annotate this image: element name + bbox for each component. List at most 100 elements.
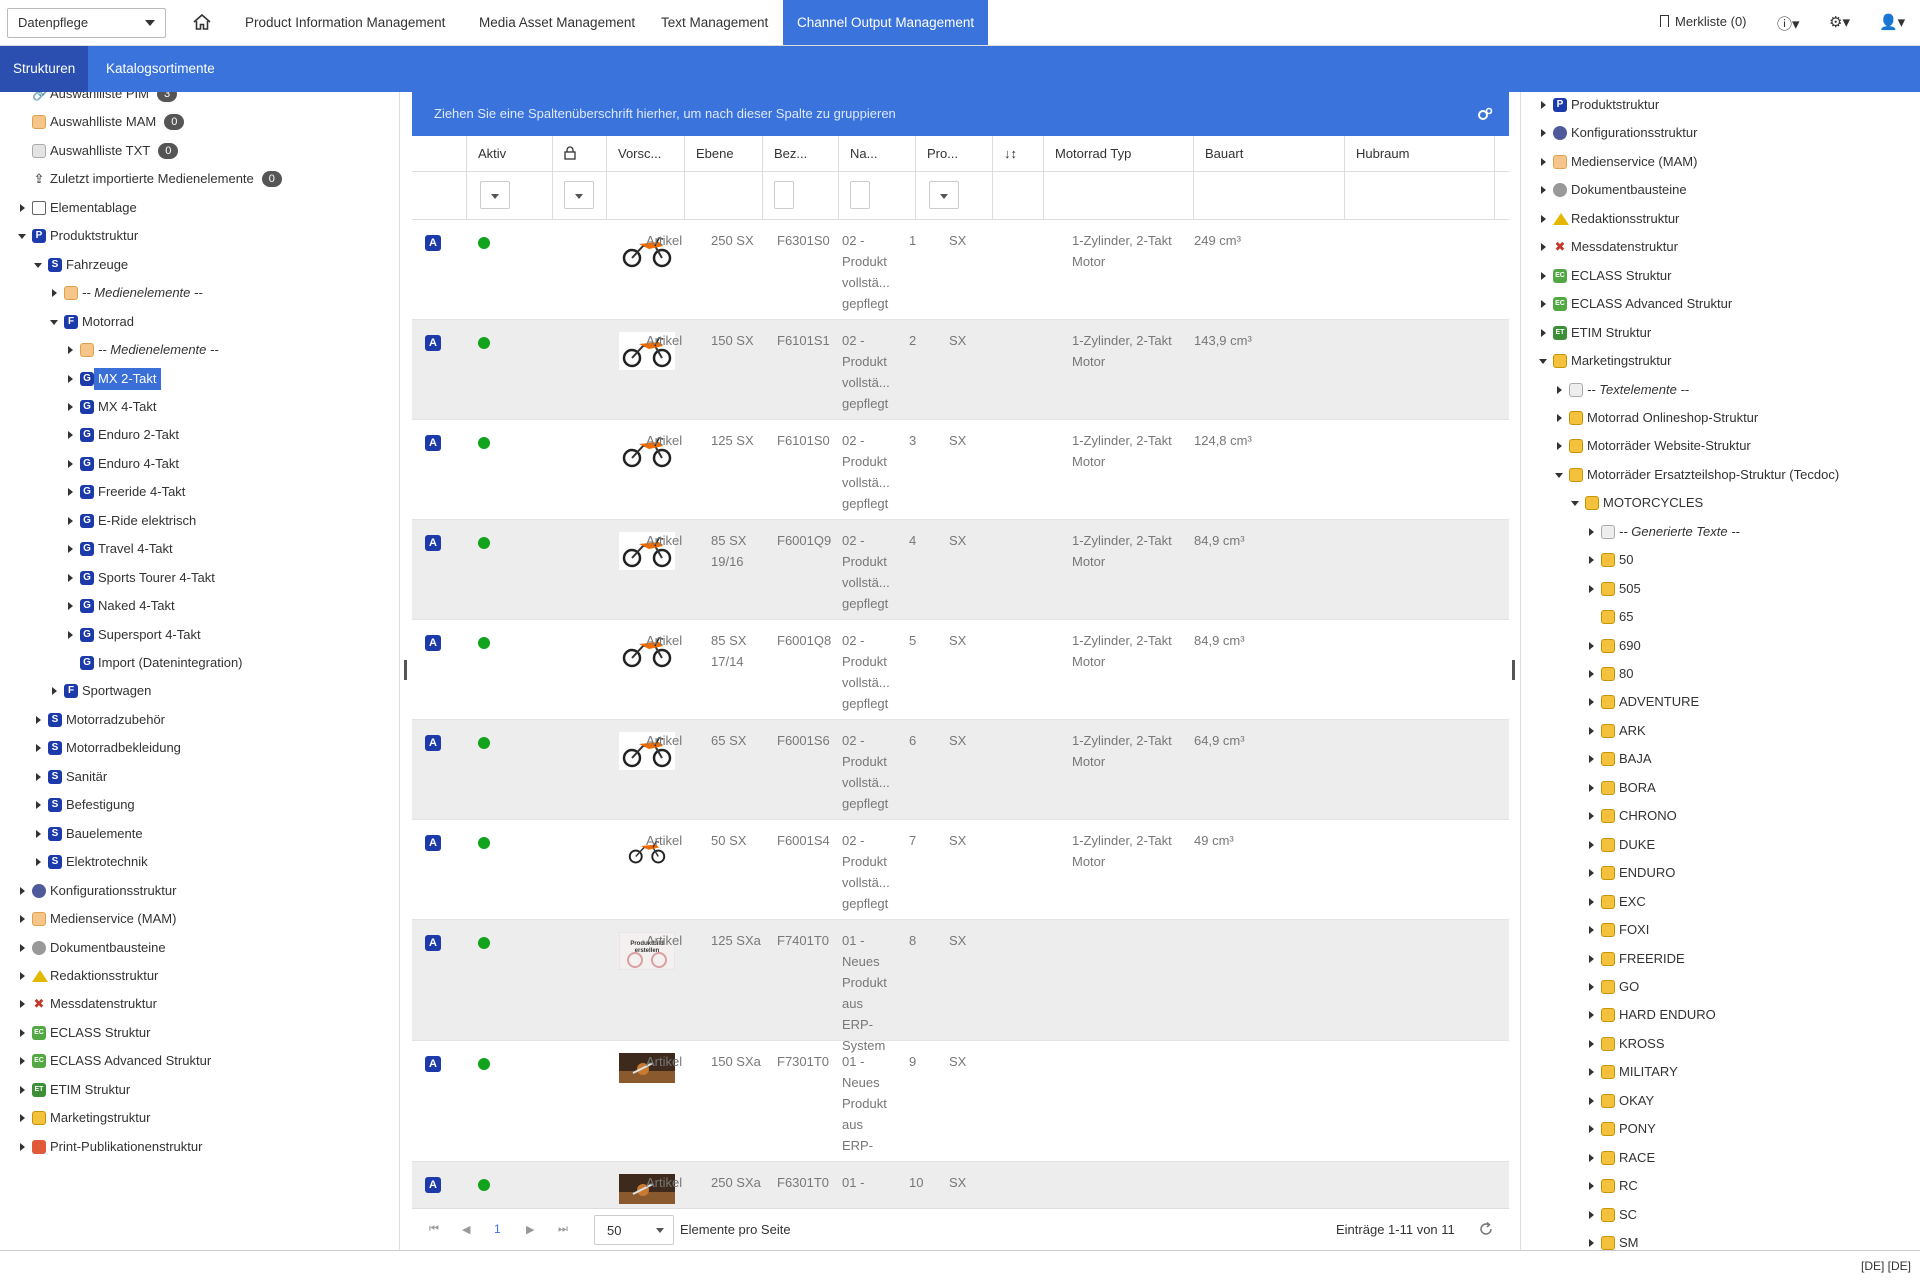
left-tree-node-eclass-struktur[interactable]: EC ECLASS Struktur: [0, 1022, 399, 1044]
collapsed-arrow-icon[interactable]: [1587, 862, 1597, 884]
collapsed-arrow-icon[interactable]: [66, 424, 76, 446]
collapsed-arrow-icon[interactable]: [66, 368, 76, 390]
right-tree-node-go[interactable]: GO: [1521, 976, 1920, 998]
right-tree-node-motorräder-ersatzteilshop-struktur-tecdoc[interactable]: Motorräder Ersatzteilshop-Struktur (Tecd…: [1521, 464, 1920, 486]
left-tree-node-e-ride-elektrisch[interactable]: G E-Ride elektrisch: [0, 510, 399, 532]
left-tree-node-mx-4-takt[interactable]: G MX 4-Takt: [0, 396, 399, 418]
left-splitter-handle[interactable]: [404, 660, 407, 680]
header-aktiv[interactable]: Aktiv: [467, 136, 553, 172]
left-tree-node-auswahlliste-txt[interactable]: Auswahlliste TXT 0: [0, 140, 399, 162]
right-tree-node-bora[interactable]: BORA: [1521, 777, 1920, 799]
right-tree-node-konfigurationsstruktur[interactable]: Konfigurationsstruktur: [1521, 122, 1920, 144]
expanded-arrow-icon[interactable]: [1539, 350, 1549, 372]
left-tree-node-enduro-2-takt[interactable]: G Enduro 2-Takt: [0, 424, 399, 446]
right-tree-node-50[interactable]: 50: [1521, 549, 1920, 571]
left-tree-node-sanitär[interactable]: S Sanitär: [0, 766, 399, 788]
table-row[interactable]: A Produktbild erstellen Artikel 125 SXa F7401…: [412, 920, 1509, 1053]
collapsed-arrow-icon[interactable]: [1555, 435, 1565, 457]
left-tree-node-produktstruktur[interactable]: P Produktstruktur: [0, 225, 399, 247]
left-tree-node-sports-tourer-4-takt[interactable]: G Sports Tourer 4-Takt: [0, 567, 399, 589]
right-tree-node-etim-struktur[interactable]: ET ETIM Struktur: [1521, 322, 1920, 344]
right-tree-node-80[interactable]: 80: [1521, 663, 1920, 685]
collapsed-arrow-icon[interactable]: [1539, 122, 1549, 144]
collapsed-arrow-icon[interactable]: [34, 737, 44, 759]
table-row[interactable]: A Artikel 150 SX F6101S1 02 - Produkt vollst…: [412, 320, 1509, 420]
collapsed-arrow-icon[interactable]: [18, 993, 28, 1015]
left-tree-node-import-datenintegration[interactable]: G Import (Datenintegration): [0, 652, 399, 674]
header-sort-index[interactable]: ↓↕: [993, 136, 1044, 172]
collapsed-arrow-icon[interactable]: [1539, 293, 1549, 315]
help-icon[interactable]: ⓘ▾: [1777, 13, 1800, 34]
left-tree-node-medienservice-mam[interactable]: Medienservice (MAM): [0, 908, 399, 930]
collapsed-arrow-icon[interactable]: [1587, 1118, 1597, 1140]
collapsed-arrow-icon[interactable]: [66, 339, 76, 361]
collapsed-arrow-icon[interactable]: [1587, 1147, 1597, 1169]
right-tree-node-military[interactable]: MILITARY: [1521, 1061, 1920, 1083]
collapsed-arrow-icon[interactable]: [1587, 976, 1597, 998]
last-page-icon[interactable]: ⏭: [558, 1223, 568, 1236]
right-tree-node-kross[interactable]: KROSS: [1521, 1033, 1920, 1055]
left-tree-node-elektrotechnik[interactable]: S Elektrotechnik: [0, 851, 399, 873]
group-by-panel[interactable]: Ziehen Sie eine Spaltenüberschrift hierh…: [412, 92, 1509, 136]
collapsed-arrow-icon[interactable]: [18, 197, 28, 219]
collapsed-arrow-icon[interactable]: [18, 880, 28, 902]
right-tree-node-baja[interactable]: BAJA: [1521, 748, 1920, 770]
collapsed-arrow-icon[interactable]: [1539, 179, 1549, 201]
left-tree-node-medienelemente[interactable]: -- Medienelemente --: [0, 339, 399, 361]
collapsed-arrow-icon[interactable]: [1587, 720, 1597, 742]
left-tree-node-naked-4-takt[interactable]: G Naked 4-Takt: [0, 595, 399, 617]
user-icon[interactable]: 👤▾: [1879, 13, 1905, 31]
right-tree-node-foxi[interactable]: FOXI: [1521, 919, 1920, 941]
filter-status-dropdown[interactable]: [929, 181, 959, 209]
left-tree-node-zuletzt-importierte-medienelemente[interactable]: ⇪ Zuletzt importierte Medienelemente 0: [0, 168, 399, 190]
left-tree-node-elementablage[interactable]: Elementablage: [0, 197, 399, 219]
collapsed-arrow-icon[interactable]: [50, 282, 60, 304]
table-row[interactable]: A Artikel 250 SX F6301S0 02 - Produkt vollst…: [412, 220, 1509, 320]
collapsed-arrow-icon[interactable]: [34, 823, 44, 845]
collapsed-arrow-icon[interactable]: [1587, 1090, 1597, 1112]
right-tree-node-ark[interactable]: ARK: [1521, 720, 1920, 742]
left-tree-node-motorradbekleidung[interactable]: S Motorradbekleidung: [0, 737, 399, 759]
left-tree-node-eclass-advanced-struktur[interactable]: EC ECLASS Advanced Struktur: [0, 1050, 399, 1072]
collapsed-arrow-icon[interactable]: [1587, 1232, 1597, 1250]
collapsed-arrow-icon[interactable]: [66, 510, 76, 532]
right-tree-node-505[interactable]: 505: [1521, 578, 1920, 600]
right-tree-node-exc[interactable]: EXC: [1521, 891, 1920, 913]
right-tree-node-dokumentbausteine[interactable]: Dokumentbausteine: [1521, 179, 1920, 201]
home-icon[interactable]: [192, 13, 212, 31]
left-tree-node-bauelemente[interactable]: S Bauelemente: [0, 823, 399, 845]
collapsed-arrow-icon[interactable]: [66, 453, 76, 475]
collapsed-arrow-icon[interactable]: [1539, 151, 1549, 173]
expanded-arrow-icon[interactable]: [1571, 492, 1581, 514]
collapsed-arrow-icon[interactable]: [1555, 407, 1565, 429]
collapsed-arrow-icon[interactable]: [18, 965, 28, 987]
collapsed-arrow-icon[interactable]: [66, 567, 76, 589]
filter-lock-dropdown[interactable]: [564, 181, 594, 209]
collapsed-arrow-icon[interactable]: [1587, 1033, 1597, 1055]
merkliste-button[interactable]: Merkliste (0): [1660, 14, 1747, 29]
collapsed-arrow-icon[interactable]: [66, 396, 76, 418]
header-vorschau[interactable]: Vorsc...: [607, 136, 685, 172]
left-tree-node-etim-struktur[interactable]: ET ETIM Struktur: [0, 1079, 399, 1101]
collapsed-arrow-icon[interactable]: [1587, 521, 1597, 543]
collapsed-arrow-icon[interactable]: [1539, 208, 1549, 230]
collapsed-arrow-icon[interactable]: [66, 481, 76, 503]
table-row[interactable]: A Artikel 125 SX F6101S0 02 - Produkt vollst…: [412, 420, 1509, 520]
collapsed-arrow-icon[interactable]: [1587, 1061, 1597, 1083]
left-tree-node-mx-2-takt[interactable]: G MX 2-Takt: [0, 367, 399, 390]
collapsed-arrow-icon[interactable]: [1587, 1004, 1597, 1026]
header-produktstatus[interactable]: Pro...: [916, 136, 993, 172]
left-tree-node-auswahlliste-pim[interactable]: 🔗 Auswahlliste PIM 3: [0, 92, 399, 105]
right-tree-node-sc[interactable]: SC: [1521, 1204, 1920, 1226]
collapsed-arrow-icon[interactable]: [1587, 1204, 1597, 1226]
header-nummer[interactable]: Na...: [839, 136, 916, 172]
collapsed-arrow-icon[interactable]: [34, 766, 44, 788]
collapsed-arrow-icon[interactable]: [18, 908, 28, 930]
left-tree-node-supersport-4-takt[interactable]: G Supersport 4-Takt: [0, 624, 399, 646]
right-tree-node-eclass-advanced-struktur[interactable]: EC ECLASS Advanced Struktur: [1521, 293, 1920, 315]
collapsed-arrow-icon[interactable]: [50, 680, 60, 702]
table-row[interactable]: A Artikel 85 SX 19/16 F6001Q9 02 - Produkt v…: [412, 520, 1509, 620]
right-tree-node-enduro[interactable]: ENDURO: [1521, 862, 1920, 884]
left-tree-node-befestigung[interactable]: S Befestigung: [0, 794, 399, 816]
right-splitter-handle[interactable]: [1512, 660, 1515, 680]
